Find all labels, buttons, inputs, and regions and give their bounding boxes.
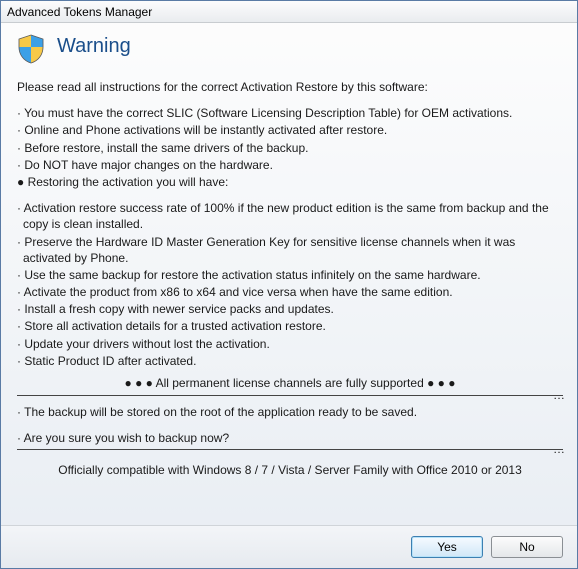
shield-icon — [15, 33, 47, 65]
yes-button[interactable]: Yes — [411, 536, 483, 558]
list-item: Activate the product from x86 to x64 and… — [17, 284, 563, 300]
list-item: Static Product ID after activated. — [17, 353, 563, 369]
restoring-header: ● Restoring the activation you will have… — [17, 174, 563, 190]
list-item: You must have the correct SLIC (Software… — [17, 105, 563, 121]
requirements-list: You must have the correct SLIC (Software… — [17, 105, 563, 173]
dialog-heading: Warning — [57, 35, 131, 58]
dialog-header: Warning — [15, 33, 563, 65]
button-bar: Yes No — [1, 525, 577, 568]
window-title: Advanced Tokens Manager — [7, 5, 152, 19]
benefits-list: Activation restore success rate of 100% … — [17, 200, 563, 369]
backup-note: The backup will be stored on the root of… — [17, 404, 563, 420]
list-item: Install a fresh copy with newer service … — [17, 301, 563, 317]
list-item: Activation restore success rate of 100% … — [17, 200, 563, 232]
list-item: Preserve the Hardware ID Master Generati… — [17, 234, 563, 266]
list-item: Before restore, install the same drivers… — [17, 140, 563, 156]
no-button[interactable]: No — [491, 536, 563, 558]
intro-text: Please read all instructions for the cor… — [17, 79, 563, 95]
dialog-content: Warning Please read all instructions for… — [1, 23, 577, 525]
list-item: Use the same backup for restore the acti… — [17, 267, 563, 283]
confirm-question: Are you sure you wish to backup now? — [17, 430, 563, 446]
compat-text: Officially compatible with Windows 8 / 7… — [17, 462, 563, 478]
supported-note: ● ● ● All permanent license channels are… — [17, 375, 563, 391]
dialog-body: Please read all instructions for the cor… — [17, 79, 563, 478]
divider — [17, 395, 563, 396]
list-item: Update your drivers without lost the act… — [17, 336, 563, 352]
list-item: Store all activation details for a trust… — [17, 318, 563, 334]
titlebar[interactable]: Advanced Tokens Manager — [1, 1, 577, 23]
list-item: Online and Phone activations will be ins… — [17, 122, 563, 138]
divider — [17, 449, 563, 450]
list-item: Do NOT have major changes on the hardwar… — [17, 157, 563, 173]
dialog-window: Advanced Tokens Manager Warning Please r… — [0, 0, 578, 569]
